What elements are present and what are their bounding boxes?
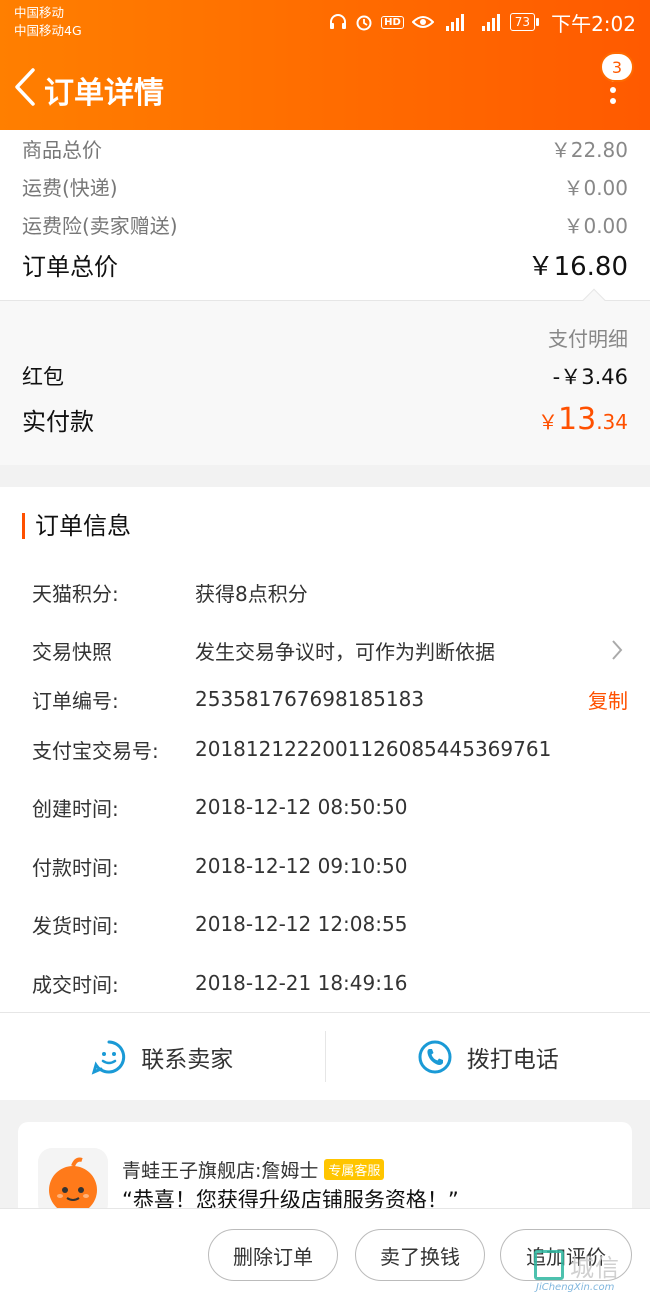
price-summary: 商品总价 ￥22.80 运费(快递) ￥0.00 运费险(卖家赠送) ￥0.00… [0,130,650,300]
info-label: 发货时间: [32,913,119,938]
app-header: 中国移动 中国移动4G HD 73 下午2:02 订单详情 3 [0,0,650,130]
sell-for-cash-button[interactable]: 卖了换钱 [355,1229,485,1281]
paid-currency: ￥ [538,409,558,434]
status-time: 下午2:02 [551,11,636,36]
info-value: 获得8点积分 [195,581,308,606]
payment-detail-label: 支付明细 [548,327,628,351]
info-value: 2018-12-21 18:49:16 [195,971,408,995]
paid-row: 实付款 ￥13.34 [22,399,628,439]
info-row-alipay: 支付宝交易号: 2018121222001126085445369761 [32,732,628,766]
paid-amount: ￥13.34 [538,402,628,437]
order-info-title: 订单信息 [22,513,131,539]
status-bar: 中国移动 中国移动4G HD 73 下午2:02 [0,0,650,44]
watermark-text: 城信 [570,1254,620,1282]
info-row-completed: 成交时间: 2018-12-21 18:49:16 [32,966,628,1000]
order-total-value: ￥16.80 [527,251,628,282]
info-row-created: 创建时间: 2018-12-12 08:50:50 [32,790,628,824]
battery-icon: 73 [509,13,540,31]
watermark-logo [534,1250,564,1280]
shop-name-text: 青蛙王子旗舰店:詹姆士 [122,1160,319,1182]
info-value: 253581767698185183 [195,687,425,711]
page-title: 订单详情 [44,76,164,111]
shop-service-card[interactable]: 青蛙王子旗舰店:詹姆士 专属客服 “恭喜！您获得升级店铺服务资格！” [18,1122,632,1222]
info-value: 发生交易争议时，可作为判断依据 [195,639,495,664]
shipping-label: 运费(快递) [22,175,118,200]
delete-order-button[interactable]: 删除订单 [208,1229,338,1281]
redpacket-row: 红包 -￥3.46 [22,359,628,393]
paid-int: 13 [558,401,597,437]
headset-icon [329,14,347,30]
redpacket-value: -￥3.46 [552,365,628,389]
info-label: 天猫积分: [32,581,119,606]
order-total-row: 订单总价 ￥16.80 [22,244,628,284]
info-value: 2018121222001126085445369761 [195,737,552,761]
carrier-2: 中国移动4G [14,23,82,38]
info-label: 订单编号: [32,688,119,713]
watermark: 城信 JiChengXin.com [534,1246,644,1294]
watermark-sub: JiChengXin.com [536,1282,615,1293]
chevron-right-icon [610,639,628,661]
status-icons: HD 73 下午2:02 [329,8,636,36]
goods-total-value: ￥22.80 [550,137,628,162]
info-value: 2018-12-12 08:50:50 [195,795,408,819]
service-tag: 专属客服 [324,1159,385,1180]
carrier-info: 中国移动 中国移动4G [14,4,82,40]
redpacket-label: 红包 [22,365,64,389]
insurance-label: 运费险(卖家赠送) [22,213,178,238]
nav-bar: 订单详情 3 [0,48,650,128]
notification-badge[interactable]: 3 [600,52,634,82]
goods-total-label: 商品总价 [22,137,102,162]
insurance-value: ￥0.00 [563,213,628,238]
signal-icon-1 [442,12,466,32]
shipping-row: 运费(快递) ￥0.00 [22,170,628,202]
signal-icon-2 [474,12,502,32]
alarm-icon [355,13,373,31]
info-row-points: 天猫积分: 获得8点积分 [32,575,628,609]
info-label: 成交时间: [32,972,119,997]
order-total-label: 订单总价 [22,252,118,281]
chevron-left-icon [15,68,35,106]
payment-detail: 支付明细 红包 -￥3.46 实付款 ￥13.34 [0,288,650,465]
contact-seller-button[interactable]: 联系卖家 [0,1013,325,1100]
info-label: 付款时间: [32,855,119,880]
info-row-snapshot[interactable]: 交易快照 发生交易争议时，可作为判断依据 [32,633,628,667]
copy-button[interactable]: 复制 [588,685,628,714]
battery-level: 73 [509,13,536,31]
order-info-section: 订单信息 天猫积分: 获得8点积分 交易快照 发生交易争议时，可作为判断依据 订… [0,487,650,1012]
phone-icon [418,1040,452,1073]
shipping-value: ￥0.00 [563,175,628,200]
info-row-order-number: 订单编号: 253581767698185183 复制 [32,682,628,716]
insurance-row: 运费险(卖家赠送) ￥0.00 [22,208,628,240]
carrier-1: 中国移动 [14,5,65,20]
info-label: 创建时间: [32,796,119,821]
info-row-paid: 付款时间: 2018-12-12 09:10:50 [32,849,628,883]
hd-icon: HD [381,15,404,29]
shop-name: 青蛙王子旗舰店:詹姆士 专属客服 [122,1156,385,1183]
info-value: 2018-12-12 12:08:55 [195,912,408,936]
info-value: 2018-12-12 09:10:50 [195,854,408,878]
info-label: 支付宝交易号: [32,738,159,763]
call-phone-button[interactable]: 拨打电话 [326,1013,650,1100]
info-row-shipped: 发货时间: 2018-12-12 12:08:55 [32,907,628,941]
back-button[interactable] [8,62,42,112]
contact-seller-label: 联系卖家 [141,1046,234,1073]
paid-label: 实付款 [22,407,94,436]
contact-bar: 联系卖家 拨打电话 [0,1012,650,1100]
call-phone-label: 拨打电话 [466,1046,559,1073]
paid-dec: .34 [596,409,628,434]
info-label: 交易快照 [32,639,112,664]
goods-total-row: 商品总价 ￥22.80 [22,132,628,164]
chat-smile-icon [91,1040,126,1075]
eye-icon [411,15,434,29]
